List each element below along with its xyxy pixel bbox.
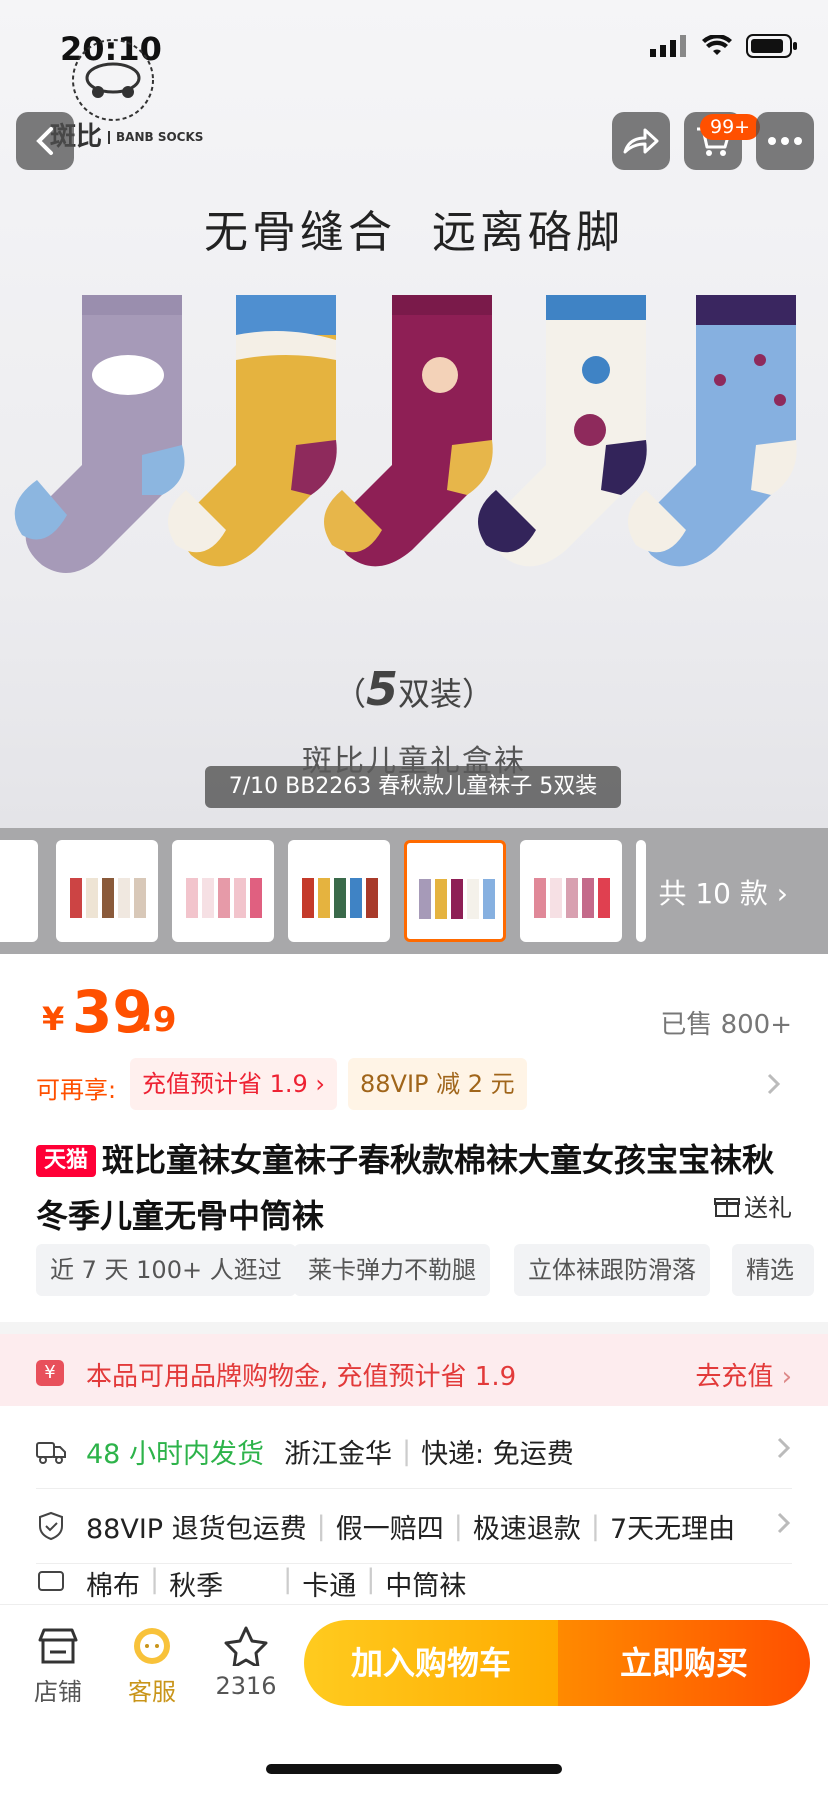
- tag-icon: [38, 1571, 64, 1591]
- service-item: 88VIP 退货包运费: [86, 1513, 307, 1545]
- separator: |: [453, 1510, 463, 1542]
- image-caption: 7/10 BB2263 春秋款儿童袜子 5双装: [205, 766, 621, 808]
- separator: |: [316, 1510, 326, 1542]
- feature-chip: 莱卡弹力不勒腿: [294, 1244, 490, 1296]
- pack-count: （5双装）: [333, 662, 495, 716]
- socks-illustration: [14, 295, 797, 573]
- chevron-left-icon: [36, 127, 53, 155]
- shop-icon: [38, 1628, 78, 1664]
- hero-headline: 无骨缝合 远离硌脚: [204, 207, 624, 258]
- variant-thumbnail[interactable]: [288, 840, 390, 942]
- recharge-link[interactable]: 去充值 ›: [695, 1356, 792, 1393]
- favorite-button[interactable]: 2316: [206, 1626, 286, 1700]
- yen-icon: ¥: [36, 1360, 64, 1386]
- thumbnail-image: [186, 878, 262, 918]
- attribute-item: 中筒袜: [385, 1571, 467, 1602]
- feature-chip: 立体袜跟防滑落: [514, 1244, 710, 1296]
- tmall-badge: 天猫: [36, 1145, 97, 1177]
- section-divider: [0, 1322, 828, 1334]
- chevron-right-icon: ›: [781, 1362, 792, 1392]
- pack-label: 双装: [398, 675, 463, 713]
- variant-thumbnail-selected[interactable]: [404, 840, 506, 942]
- wifi-icon: [702, 35, 732, 55]
- shipping-row[interactable]: 48 小时内发货 浙江金华 | 快递: 免运费: [36, 1414, 792, 1489]
- shipping-time: 48 小时内发货: [86, 1438, 264, 1470]
- variant-thumbnail[interactable]: [636, 840, 646, 942]
- pack-number: 5: [365, 662, 398, 716]
- recharge-link-label: 去充值: [695, 1362, 774, 1392]
- separator: |: [401, 1435, 412, 1467]
- status-icons: [650, 34, 798, 58]
- variant-thumbnail[interactable]: [56, 840, 158, 942]
- gift-button[interactable]: 送礼: [714, 1188, 792, 1223]
- gift-label: 送礼: [744, 1194, 792, 1222]
- variant-thumbnail[interactable]: [172, 840, 274, 942]
- service-item: 极速退款: [472, 1513, 581, 1545]
- share-icon: [623, 128, 659, 154]
- variant-thumbnail-strip[interactable]: 共 10 款 ›: [0, 828, 828, 954]
- variant-thumbnail[interactable]: [520, 840, 622, 942]
- feature-chip: 近 7 天 100+ 人逛过: [36, 1244, 296, 1296]
- recharge-text: 本品可用品牌购物金, 充值预计省 1.9: [86, 1362, 517, 1392]
- signal-icon: [650, 35, 686, 57]
- share-button[interactable]: [612, 112, 670, 170]
- shield-check-icon: [39, 1511, 63, 1541]
- recharge-promo-tag[interactable]: 充值预计省 1.9 ›: [130, 1058, 338, 1110]
- separator: |: [150, 1564, 160, 1595]
- price-currency: ¥: [42, 1000, 65, 1038]
- customer-service-button[interactable]: 客服: [112, 1626, 192, 1707]
- thumbnail-image: [70, 878, 146, 918]
- shipping-origin: 浙江金华: [283, 1438, 392, 1470]
- delivery-truck-icon: [36, 1442, 66, 1464]
- promo-label: 可再享:: [36, 1076, 117, 1104]
- chevron-right-icon: [777, 1512, 791, 1534]
- chevron-right-icon: ›: [776, 877, 788, 910]
- attribute-item: 卡通: [302, 1571, 357, 1602]
- more-variants-label: 共 10 款: [658, 877, 768, 910]
- service-row[interactable]: 88VIP 退货包运费 | 假一赔四 | 极速退款 | 7天无理由: [36, 1489, 792, 1564]
- attribute-item: 秋季: [169, 1571, 224, 1602]
- shop-button[interactable]: 店铺: [18, 1626, 98, 1707]
- customer-service-label: 客服: [128, 1678, 176, 1706]
- more-button[interactable]: [756, 112, 814, 170]
- sold-count: 已售 800+: [660, 1010, 792, 1040]
- product-title-text: 斑比童袜女童袜子春秋款棉袜大童女孩宝宝袜秋冬季儿童无骨中筒袜: [36, 1141, 775, 1235]
- vip-discount-tag[interactable]: 88VIP 减 2 元: [348, 1058, 527, 1110]
- separator: |: [366, 1564, 376, 1595]
- more-icon: [768, 137, 802, 145]
- star-icon: [224, 1626, 268, 1669]
- shipping-express: 快递: 免运费: [421, 1438, 574, 1470]
- customer-service-icon: [134, 1628, 170, 1664]
- service-item: 7天无理由: [609, 1513, 736, 1545]
- thumbnail-image: [302, 878, 378, 918]
- attribute-item: 棉布: [86, 1571, 140, 1602]
- home-indicator: [266, 1764, 562, 1774]
- gift-icon: [714, 1197, 740, 1217]
- chevron-right-icon: [777, 1437, 791, 1459]
- battery-icon: [746, 34, 797, 58]
- back-button[interactable]: [16, 112, 74, 170]
- feature-chip: 精选: [732, 1244, 814, 1296]
- separator: |: [590, 1510, 600, 1542]
- thumbnail-image: [419, 879, 495, 919]
- buy-now-button[interactable]: 立即购买: [558, 1620, 810, 1706]
- add-to-cart-button[interactable]: 加入购物车: [304, 1620, 558, 1706]
- thumbnail-image: [534, 878, 610, 918]
- variant-thumbnail[interactable]: [0, 840, 38, 942]
- service-item: 假一赔四: [335, 1513, 444, 1545]
- more-variants-link[interactable]: 共 10 款 ›: [658, 872, 788, 912]
- favorite-count: 2316: [215, 1672, 277, 1700]
- chevron-right-icon[interactable]: [766, 1072, 782, 1096]
- attributes-row[interactable]: 棉布 | 秋季 | 卡通 | 中筒袜: [36, 1564, 792, 1604]
- cart-badge: 99+: [700, 114, 761, 140]
- product-title: 天猫 斑比童袜女童袜子春秋款棉袜大童女孩宝宝袜秋冬季儿童无骨中筒袜: [36, 1132, 796, 1244]
- price-decimal: .9: [140, 1000, 177, 1040]
- brand-sub: BANB SOCKS: [108, 131, 203, 144]
- shop-label: 店铺: [34, 1678, 82, 1706]
- separator: |: [283, 1564, 293, 1595]
